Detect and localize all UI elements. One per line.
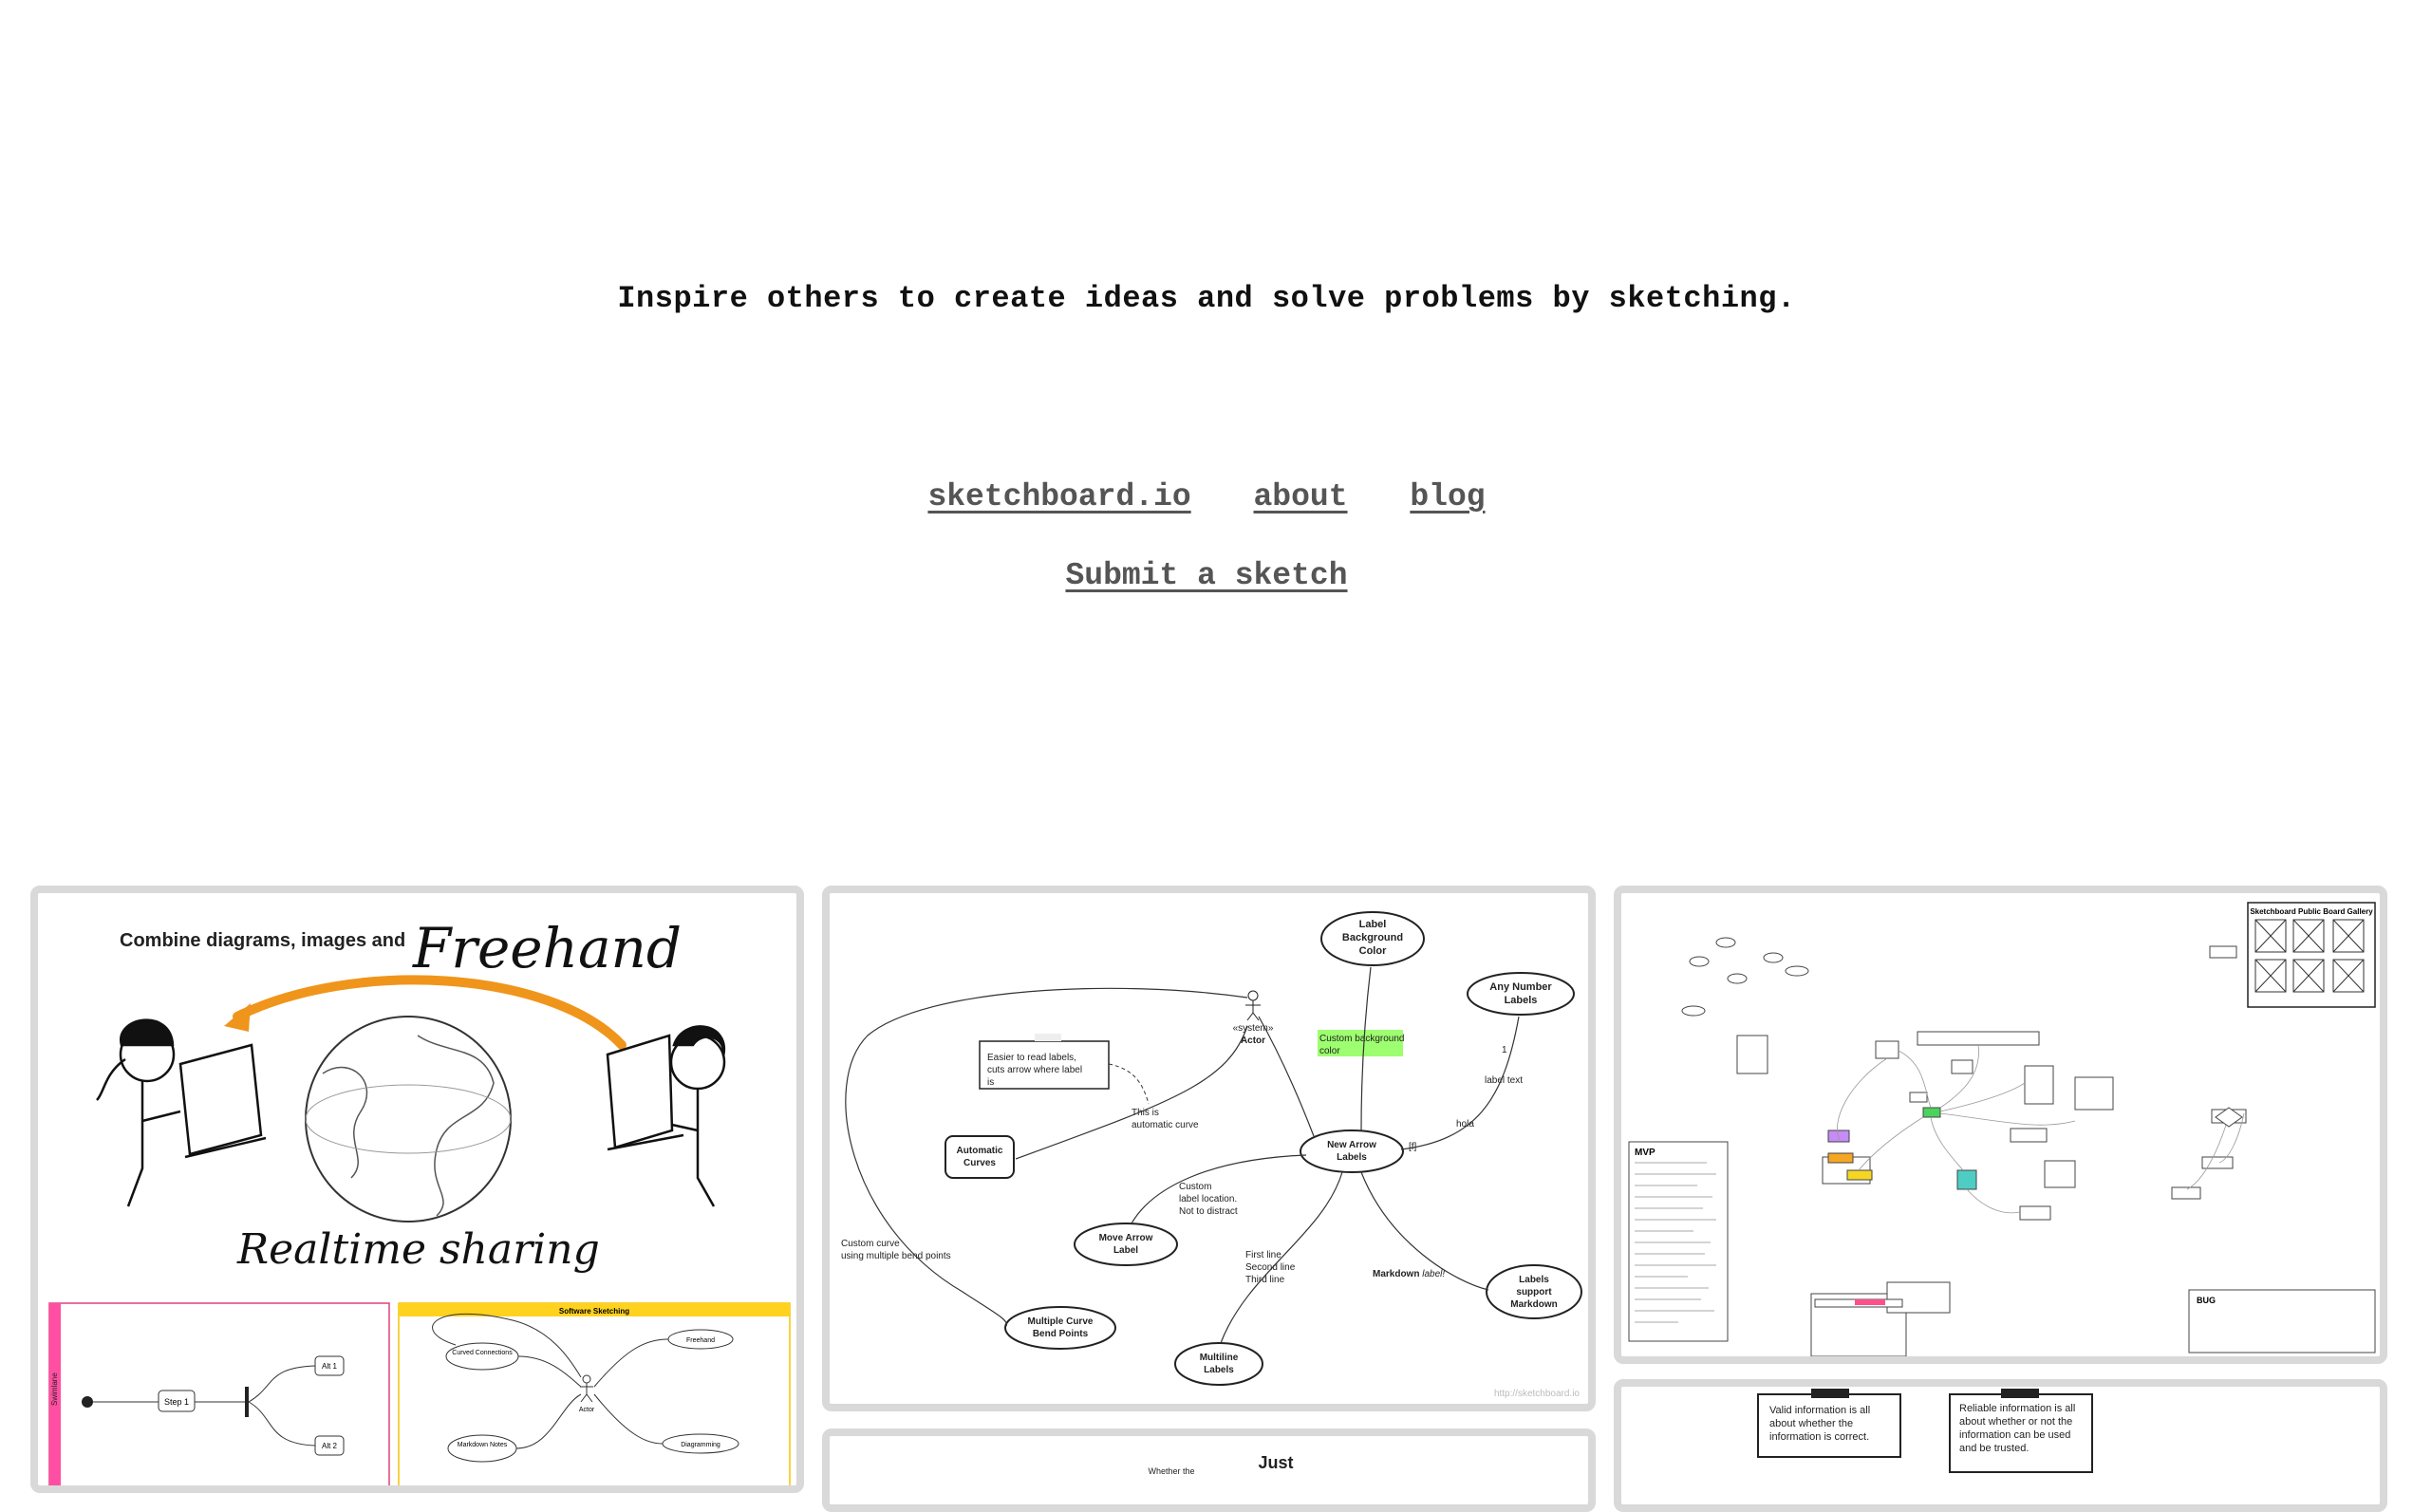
sw-actor: Actor (579, 1407, 595, 1413)
sw-freehand: Freehand (686, 1337, 715, 1344)
mvp-label: MVP (1635, 1148, 1655, 1158)
sw-diagramming: Diagramming (681, 1442, 720, 1448)
start-node (82, 1396, 93, 1408)
nav-link-blog[interactable]: blog (1410, 479, 1485, 514)
label-hola: hola (1456, 1119, 1474, 1129)
pink-highlight (1855, 1299, 1885, 1305)
gallery-card-public-board[interactable]: Sketchboard Public Board Gallery MVP BUG (1614, 886, 2387, 1364)
flow-alt1: Alt 1 (322, 1362, 338, 1371)
nav-link-about[interactable]: about (1254, 479, 1348, 514)
gallery-card-just[interactable]: Just Whether the (822, 1428, 1596, 1512)
markdown-label: Markdown label! (1373, 1269, 1445, 1279)
yellow-node (1846, 1169, 1873, 1181)
gallery-card-information[interactable]: Valid information is all about whether th… (1614, 1379, 2387, 1512)
actor-icon (1245, 990, 1261, 1021)
nav-link-sketchboard[interactable]: sketchboard.io (927, 479, 1190, 514)
gallery-title: Sketchboard Public Board Gallery (2250, 907, 2373, 916)
card1-freehand: Freehand (412, 916, 682, 980)
card1-title: Combine diagrams, images and (120, 930, 405, 951)
sketch-image: Label Background Color Any Number Labels «s… (841, 911, 1582, 1399)
system-actor: «system» Actor (1233, 1023, 1274, 1046)
purple-node (1827, 1129, 1850, 1143)
flow-step: Step 1 (164, 1397, 189, 1407)
orange-arrow-head (224, 1003, 251, 1032)
tagline: Inspire others to create ideas and solve… (617, 281, 1796, 316)
submit-sketch-link[interactable]: Submit a sketch (1065, 558, 1347, 593)
person-right-icon (606, 1025, 726, 1207)
sketch-image: Combine diagrams, images and Freehand Re… (48, 916, 791, 1485)
top-nav: sketchboard.io about blog (0, 479, 2413, 514)
bug-label: BUG (2197, 1296, 2216, 1305)
mini-diagram-left (1681, 937, 2237, 1074)
tape-2 (2001, 1389, 2039, 1398)
swimlane-label: Swimlane (50, 1372, 59, 1406)
custom-curve-label: Custom curve using multiple bend points (841, 1239, 951, 1261)
gallery-card-freehand[interactable]: Combine diagrams, images and Freehand Re… (30, 886, 804, 1493)
person-left-icon (96, 1018, 267, 1207)
sw-markdown: Markdown Notes (458, 1442, 508, 1448)
custom-location-label: Custom label location. Not to distract (1179, 1182, 1238, 1217)
multiline-text: First line Second line Third line (1245, 1250, 1296, 1285)
sketch-image: Valid information is all about whether th… (1757, 1389, 2093, 1473)
software-header: Software Sketching (559, 1307, 629, 1316)
watermark: http://sketchboard.io (1494, 1389, 1580, 1399)
label-one: 1 (1502, 1045, 1507, 1055)
cyan-node (1956, 1169, 1977, 1190)
gallery-card-arrow-labels[interactable]: Label Background Color Any Number Labels «s… (822, 886, 1596, 1411)
card1-realtime: Realtime sharing (236, 1225, 600, 1274)
label-text: label text (1485, 1075, 1523, 1086)
submit-row: Submit a sketch (0, 558, 2413, 593)
central-diagram (1810, 1031, 2376, 1356)
green-node (1922, 1107, 1941, 1118)
sw-curved: Curved Connections (452, 1350, 513, 1356)
flow-alt2: Alt 2 (322, 1442, 338, 1450)
orange-arrow (233, 975, 627, 1050)
globe-icon (305, 1016, 512, 1223)
just-title: Just (1258, 1453, 1293, 1472)
swimlane-box (48, 1302, 390, 1485)
orange-node-1 (1827, 1152, 1854, 1164)
sketch-image: Just Whether the (1148, 1453, 1293, 1476)
sketch-image: Sketchboard Public Board Gallery MVP BUG (1628, 902, 2376, 1356)
tape-1 (1811, 1389, 1849, 1398)
